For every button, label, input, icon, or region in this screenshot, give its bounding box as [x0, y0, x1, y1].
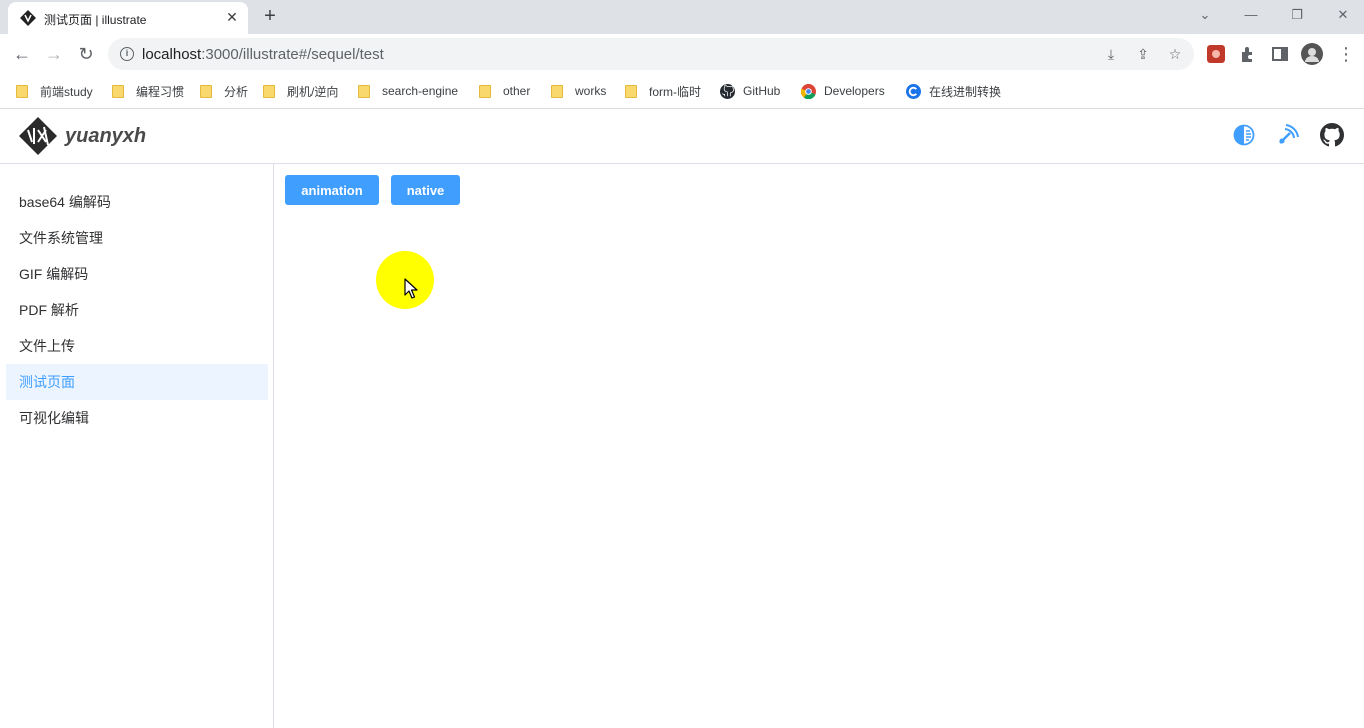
address-url[interactable]: localhost:3000/illustrate#/sequel/test	[142, 46, 384, 63]
close-tab-icon[interactable]: ✕	[224, 9, 240, 25]
bookmark-folder[interactable]: 前端study	[16, 83, 93, 99]
browser-toolbar: ← → ↻ i localhost:3000/illustrate#/seque…	[0, 34, 1364, 74]
bookmark-star-icon[interactable]: ☆	[1167, 46, 1183, 62]
app-header: yuanyxh	[0, 109, 1364, 164]
browser-tab[interactable]: 测试页面 | illustrate ✕	[8, 2, 248, 34]
rss-feed-icon[interactable]	[1276, 123, 1300, 147]
restore-icon[interactable]: ❐	[1289, 7, 1305, 23]
bookmark-folder[interactable]: other	[479, 83, 530, 99]
back-icon[interactable]: ←	[12, 44, 32, 64]
sidebar-item-visual-editor[interactable]: 可视化编辑	[6, 400, 268, 436]
folder-icon	[551, 84, 563, 98]
brand-logo-icon[interactable]	[18, 116, 58, 156]
folder-icon	[200, 84, 212, 98]
folder-icon	[263, 84, 275, 98]
bookmarks-bar: 前端study 编程习惯 分析 刷机/逆向 search-engine othe…	[0, 74, 1364, 109]
sidebar-item-test-page[interactable]: 测试页面	[6, 364, 268, 400]
bookmark-folder[interactable]: form-临时	[625, 83, 701, 99]
chrome-icon	[801, 83, 816, 99]
folder-icon	[16, 84, 28, 98]
extensions-puzzle-icon[interactable]	[1239, 45, 1257, 63]
github-icon	[720, 83, 735, 99]
main-content: animation native	[274, 164, 1364, 728]
bookmark-folder[interactable]: 刷机/逆向	[263, 83, 338, 99]
mouse-pointer-icon	[404, 278, 418, 299]
bookmark-developers[interactable]: Developers	[801, 83, 885, 99]
browser-menu-icon[interactable]: ⋮	[1336, 44, 1356, 64]
sidebar-item-upload[interactable]: 文件上传	[6, 328, 268, 364]
folder-icon	[358, 84, 370, 98]
site-favicon-icon	[20, 10, 36, 26]
address-bar[interactable]: i localhost:3000/illustrate#/sequel/test…	[108, 38, 1194, 70]
close-window-icon[interactable]: ✕	[1335, 7, 1351, 23]
sidebar-item-filesystem[interactable]: 文件系统管理	[6, 220, 268, 256]
reload-icon[interactable]: ↻	[76, 44, 96, 64]
tab-title: 测试页面 | illustrate	[44, 13, 147, 27]
github-icon[interactable]	[1320, 123, 1344, 147]
bookmark-folder[interactable]: works	[551, 83, 606, 99]
globe-icon	[906, 83, 921, 99]
sidebar-item-pdf[interactable]: PDF 解析	[6, 292, 268, 328]
folder-icon	[479, 84, 491, 98]
bookmark-folder[interactable]: 编程习惯	[112, 83, 184, 99]
site-info-icon[interactable]: i	[120, 47, 134, 61]
tab-search-icon[interactable]: ⌄	[1197, 7, 1213, 23]
folder-icon	[625, 84, 637, 98]
theme-toggle-icon[interactable]	[1232, 123, 1256, 147]
sidebar-item-gif[interactable]: GIF 编解码	[6, 256, 268, 292]
bookmark-converter[interactable]: 在线进制转换	[906, 83, 1001, 99]
new-tab-button[interactable]: +	[260, 6, 280, 26]
bookmark-folder[interactable]: 分析	[200, 83, 248, 99]
minimize-icon[interactable]: —	[1243, 7, 1259, 23]
animation-button[interactable]: animation	[285, 175, 379, 205]
side-panel-icon[interactable]	[1271, 45, 1289, 63]
folder-icon	[112, 84, 124, 98]
brand-name[interactable]: yuanyxh	[65, 125, 146, 148]
bookmark-github[interactable]: GitHub	[720, 83, 780, 99]
sidebar-item-base64[interactable]: base64 编解码	[6, 184, 268, 220]
browser-tabstrip: 测试页面 | illustrate ✕ + ⌄ — ❐ ✕	[0, 0, 1364, 34]
sidebar-menu: base64 编解码 文件系统管理 GIF 编解码 PDF 解析 文件上传 测试…	[0, 164, 274, 728]
bookmark-folder[interactable]: search-engine	[358, 83, 458, 99]
extension-icon[interactable]	[1207, 45, 1225, 63]
forward-icon[interactable]: →	[44, 44, 64, 64]
profile-avatar[interactable]	[1301, 43, 1323, 65]
native-button[interactable]: native	[391, 175, 460, 205]
install-app-icon[interactable]: ⤓	[1103, 46, 1119, 62]
share-icon[interactable]: ⇪	[1135, 46, 1151, 62]
